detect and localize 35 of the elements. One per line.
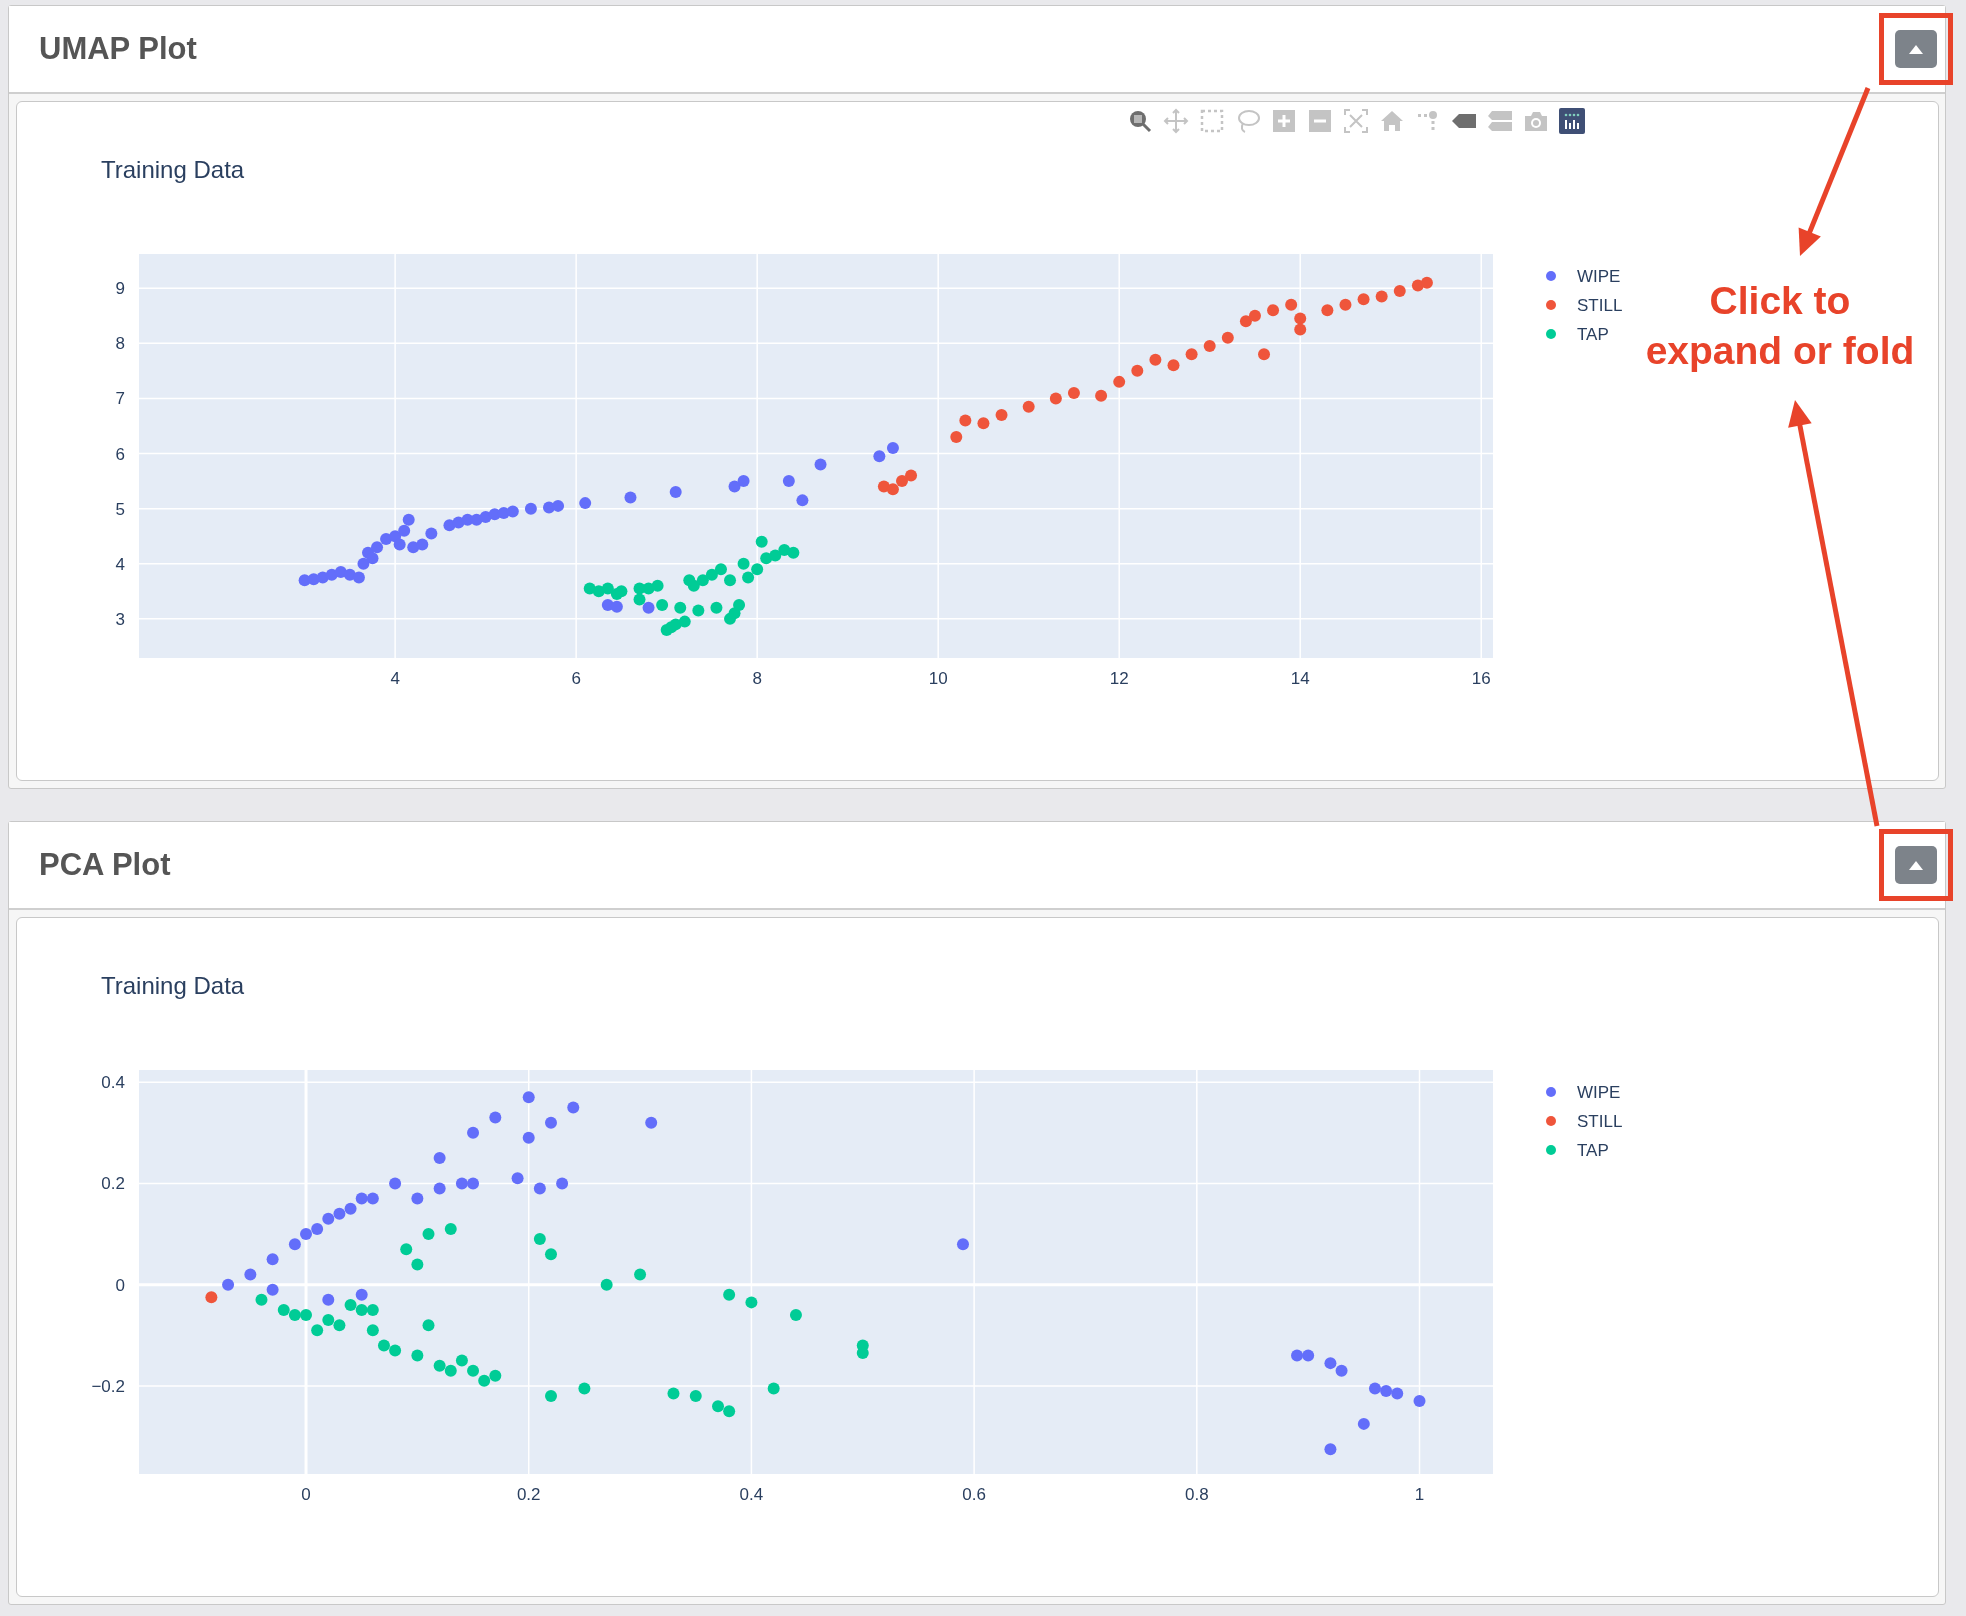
legend-label[interactable]: WIPE [1577, 267, 1621, 286]
chart-title: Training Data [101, 972, 245, 999]
axis-tick-label: 8 [752, 669, 762, 688]
axis-tick-label: 0.2 [101, 1174, 125, 1194]
legend-label[interactable]: STILL [1577, 1112, 1623, 1131]
axis-tick-label: 0.4 [101, 1073, 125, 1093]
axis-tick-label: 16 [1471, 669, 1491, 688]
axis-tick-label: 0 [301, 1485, 311, 1504]
axis-tick-label: 14 [1290, 669, 1310, 688]
axis-tick-label: 4 [390, 669, 400, 688]
axis-tick-label: 0.4 [739, 1485, 764, 1504]
axis-tick-label: 0.2 [516, 1485, 541, 1504]
axis-tick-label: 12 [1109, 669, 1129, 688]
axis-tick-label: 9 [115, 279, 125, 299]
axis-tick-label: 6 [571, 669, 581, 688]
callout-text: Click to expand or fold [1644, 278, 1916, 374]
axis-tick-label: 4 [115, 554, 125, 574]
axis-tick-label: 3 [115, 609, 125, 629]
axis-tick-label: −0.2 [91, 1376, 125, 1396]
legend-label[interactable]: WIPE [1577, 1083, 1621, 1102]
axis-tick-label: 7 [115, 389, 125, 409]
legend-label[interactable]: STILL [1577, 296, 1623, 315]
panel-title: PCA Plot [39, 847, 171, 883]
axis-tick-label: 0 [115, 1275, 125, 1295]
axis-tick-label: 10 [928, 669, 948, 688]
chart-title: Training Data [101, 156, 245, 183]
axis-tick-label: 6 [115, 444, 125, 464]
axis-tick-label: 5 [115, 499, 125, 519]
panel-title: UMAP Plot [39, 31, 197, 67]
axis-tick-label: 1 [1414, 1485, 1425, 1504]
axis-tick-label: 8 [115, 334, 125, 354]
legend-label[interactable]: TAP [1577, 1141, 1609, 1160]
legend-label[interactable]: TAP [1577, 325, 1609, 344]
axis-tick-label: 0.6 [962, 1485, 986, 1504]
axis-tick-label: 0.8 [1185, 1485, 1209, 1504]
